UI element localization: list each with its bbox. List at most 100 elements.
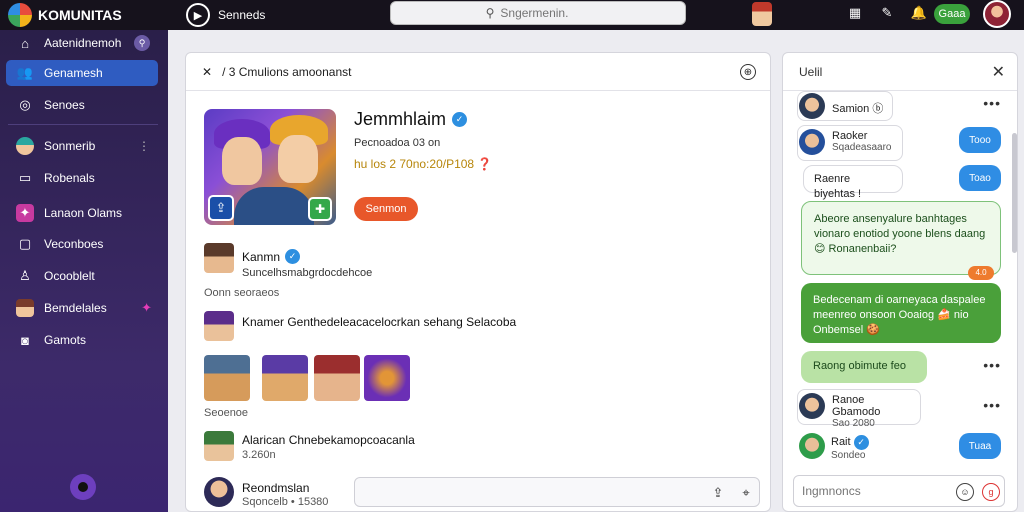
chat-user-sub: Sao 2080	[832, 418, 875, 429]
chat-user-name: Ranoe Gbamodo	[832, 394, 881, 418]
sidebar-item-game[interactable]: Sonmerib ⋮	[6, 133, 158, 159]
profile-cover-image: ⇪ ✚	[204, 109, 336, 225]
sidebar-item-gamots[interactable]: ◙ Gamots	[6, 327, 158, 353]
sidebar-item-settings[interactable]: ◎ Senoes	[6, 92, 158, 118]
sidebar-item-reports[interactable]: ▭ Robenals	[6, 165, 158, 191]
chat-pill-button[interactable]: Tooo	[959, 127, 1001, 153]
thumbnail-image[interactable]	[204, 355, 250, 401]
thumbnail-image[interactable]	[262, 355, 308, 401]
sidebar-item-home[interactable]: ⌂ Aatenidnemoh ⚲	[6, 30, 158, 56]
feed-meta: 3.260n	[242, 449, 276, 461]
share-icon[interactable]: ⇪	[208, 195, 234, 221]
profile-name-text: Jemmhlaim	[354, 109, 447, 129]
brand[interactable]: KOMUNITAS	[8, 3, 122, 27]
help-icon[interactable]: ⊕	[740, 64, 756, 80]
sidebar-item-label: Robenals	[44, 171, 95, 185]
sidebar: ⌂ Aatenidnemoh ⚲ 👥 Genamesh ◎ Senoes Son…	[0, 30, 168, 512]
chat-user-name: Raoker	[832, 130, 868, 142]
chat-message-badge: 4.0	[968, 266, 994, 280]
composer-avatar[interactable]	[204, 477, 234, 507]
profile-stats: hu los 2 70no:20/P108 ❓	[354, 157, 493, 171]
chat-avatar[interactable]	[799, 393, 825, 419]
chat-pill-button[interactable]: Tuaa	[959, 433, 1001, 459]
play-icon[interactable]: ▶	[186, 3, 210, 27]
chat-pill-button[interactable]: Toao	[959, 165, 1001, 191]
close-icon[interactable]: ✕	[992, 62, 1005, 82]
chat-input[interactable]	[802, 484, 942, 498]
green-action-button[interactable]: Gaaa	[934, 4, 970, 24]
thumbnail-image[interactable]	[314, 355, 360, 401]
emoji-icon[interactable]: ☺	[956, 483, 974, 501]
feed-name[interactable]: Alarican Chnebekamopcoacanla	[242, 433, 415, 447]
document-icon: ▭	[18, 170, 32, 185]
profile-action-button[interactable]: Senmon	[354, 197, 418, 221]
comment-input[interactable]	[363, 484, 683, 499]
chat-user-sub: Sqadeasaaro	[832, 142, 892, 153]
composer-name: Reondmslan	[242, 481, 310, 495]
main-panel: ✕ / 3 Cmulions amoonanst ⊕ ⇪ ✚ Jemmhlaim…	[185, 52, 771, 512]
chat-avatar[interactable]	[799, 93, 825, 119]
home-icon: ⌂	[21, 35, 29, 51]
sidebar-item-label: Lanaon Olams	[44, 206, 123, 220]
chat-message: Raenre biyehtas !	[803, 165, 903, 200]
chat-fab-button[interactable]	[70, 474, 96, 500]
chat-message: Raong obimute feo	[801, 351, 927, 383]
back-icon[interactable]: ✕	[202, 65, 212, 79]
people-icon: 👥	[16, 65, 34, 80]
sidebar-item-label: Aatenidnemoh	[44, 36, 122, 50]
more-icon[interactable]: •••	[983, 95, 1001, 111]
chat-bubble-icon	[78, 482, 88, 492]
edit-icon[interactable]: ✎	[878, 4, 896, 22]
chat-avatar[interactable]	[799, 433, 825, 459]
app-logo-icon	[8, 3, 32, 27]
sidebar-item-community[interactable]: 👥 Genamesh	[6, 60, 158, 86]
chat-message: Bedecenam di oarneyaca daspalee meenreo …	[801, 283, 1001, 343]
user-avatar[interactable]	[983, 0, 1011, 28]
feed-name[interactable]: Kanmn ✓	[242, 249, 301, 264]
feed-avatar[interactable]	[204, 311, 234, 341]
upload-icon[interactable]: ⇪	[709, 484, 727, 502]
more-icon[interactable]: •••	[983, 357, 1001, 373]
notification-icon[interactable]: 🔔	[910, 4, 928, 22]
chat-header: Uelil ✕	[783, 53, 1017, 91]
chat-user-name: Rait	[831, 436, 851, 448]
feed-avatar[interactable]	[204, 243, 234, 273]
chat-title: Uelil	[799, 65, 823, 79]
user-icon: ♙	[19, 268, 31, 283]
sidebar-item-label: Gamots	[44, 333, 87, 347]
friend-avatar-icon	[16, 299, 34, 317]
grid-icon[interactable]: ▦	[846, 4, 864, 22]
chat-avatar[interactable]	[799, 129, 825, 155]
feed-avatar[interactable]	[204, 431, 234, 461]
chat-scrollbar[interactable]	[1012, 133, 1017, 253]
top-game-icon[interactable]	[752, 2, 772, 26]
search-icon[interactable]: ⚲	[134, 35, 150, 51]
main-header-title: / 3 Cmulions amoonanst	[222, 64, 352, 79]
sidebar-item-profile[interactable]: ♙ Ocooblelt	[6, 263, 158, 289]
search-bar[interactable]: ⚲	[390, 1, 686, 25]
app-name: KOMUNITAS	[38, 7, 122, 23]
location-icon[interactable]: ⌖	[737, 484, 755, 502]
sidebar-item-label: Bemdelales	[44, 301, 107, 315]
thumbnail-caption: Seoenoe	[204, 407, 249, 419]
sidebar-item-games[interactable]: ✦ Lanaon Olams	[6, 200, 158, 226]
main-header: ✕ / 3 Cmulions amoonanst	[186, 53, 770, 91]
verified-icon: ✓	[853, 435, 869, 450]
feed-name-text: Kanmn	[242, 249, 281, 264]
search-input[interactable]	[500, 6, 591, 20]
chat-panel: Uelil ✕ Samion ⓑ ••• Raoker Sqadeasaaro …	[782, 52, 1018, 512]
sidebar-item-label: Genamesh	[44, 66, 103, 80]
circle-icon: ◎	[19, 97, 31, 112]
more-icon[interactable]: •••	[983, 397, 1001, 413]
sidebar-item-friends[interactable]: Bemdelales ✦	[6, 295, 158, 321]
feed-name[interactable]: Knamer Genthedeleacacelocrkan sehang Sel…	[242, 315, 516, 329]
comment-box[interactable]: ⇪ ⌖	[354, 477, 760, 507]
thumbnail-image[interactable]	[364, 355, 410, 401]
search-icon: ⚲	[485, 6, 495, 20]
top-nav-label[interactable]: Senneds	[218, 8, 265, 22]
chat-input-box[interactable]: ☺ g	[793, 475, 1005, 507]
more-icon[interactable]: ⋮	[138, 139, 150, 153]
gif-icon[interactable]: g	[982, 483, 1000, 501]
sidebar-item-videos[interactable]: ▢ Veconboes	[6, 231, 158, 257]
sidebar-divider	[8, 124, 158, 125]
